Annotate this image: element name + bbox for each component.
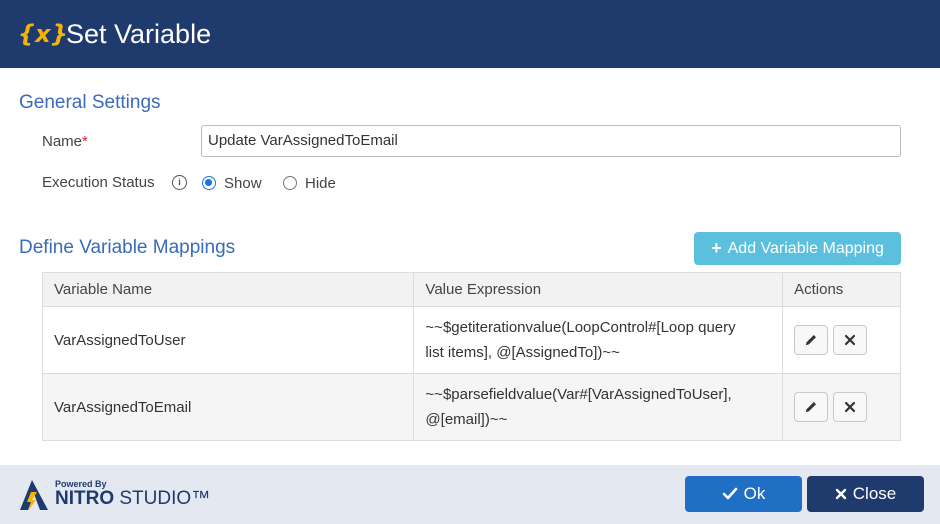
close-button[interactable]: Close xyxy=(807,476,924,512)
dialog-title: Set Variable xyxy=(66,18,212,49)
required-mark: * xyxy=(82,133,88,150)
col-value-expression: Value Expression xyxy=(413,272,784,307)
nitro-logo-icon xyxy=(20,480,48,511)
variable-mappings-title: Define Variable Mappings xyxy=(19,237,236,258)
expression-line: ~~$parsefieldvalue(Var#[VarAssignedToUse… xyxy=(425,386,732,403)
expression-line: ~~$getiterationvalue(LoopControl#[Loop q… xyxy=(425,319,736,336)
name-label: Name* xyxy=(42,133,88,150)
table-row: VarAssignedToUser ~~$getiterationvalue(L… xyxy=(41,306,901,374)
info-icon[interactable]: i xyxy=(172,175,187,190)
add-variable-mapping-label: Add Variable Mapping xyxy=(727,239,884,257)
ok-button[interactable]: Ok xyxy=(685,476,802,512)
delete-button[interactable] xyxy=(833,392,868,422)
execution-status-label: Execution Status xyxy=(42,174,155,191)
plus-icon: + xyxy=(711,238,722,258)
general-settings-title: General Settings xyxy=(19,92,161,113)
variable-icon: {x} xyxy=(18,20,68,48)
variable-name-cell: VarAssignedToUser xyxy=(41,306,415,374)
delete-button[interactable] xyxy=(833,325,868,355)
close-icon xyxy=(845,334,856,346)
close-icon xyxy=(835,488,846,500)
name-input[interactable]: Update VarAssignedToEmail xyxy=(201,125,901,157)
col-variable-name: Variable Name xyxy=(41,272,415,307)
edit-button[interactable] xyxy=(794,325,829,355)
hide-radio-label[interactable]: Hide xyxy=(305,175,336,192)
pencil-icon xyxy=(806,402,817,412)
close-icon xyxy=(845,401,856,413)
dialog-titlebar: {x} Set Variable xyxy=(0,0,940,68)
edit-button[interactable] xyxy=(794,392,829,422)
expression-line: list items], @[AssignedTo])~~ xyxy=(425,344,620,361)
table-row: VarAssignedToEmail ~~$parsefieldvalue(Va… xyxy=(41,373,901,441)
show-radio-label[interactable]: Show xyxy=(224,175,262,192)
show-radio[interactable] xyxy=(202,176,216,190)
add-variable-mapping-button[interactable]: + Add Variable Mapping xyxy=(694,232,901,265)
value-expression-cell: ~~$getiterationvalue(LoopControl#[Loop q… xyxy=(413,306,784,374)
mappings-table: Variable Name Value Expression Actions V… xyxy=(41,272,901,441)
value-expression-cell: ~~$parsefieldvalue(Var#[VarAssignedToUse… xyxy=(413,373,784,441)
actions-cell xyxy=(782,373,901,441)
col-actions: Actions xyxy=(782,272,901,307)
close-label: Close xyxy=(852,484,897,503)
actions-cell xyxy=(782,306,901,374)
ok-label: Ok xyxy=(743,484,766,503)
hide-radio[interactable] xyxy=(283,176,297,190)
check-icon xyxy=(722,487,737,500)
pencil-icon xyxy=(806,335,817,345)
expression-line: @[email])~~ xyxy=(425,411,508,428)
brand-name: NITRO STUDIO™ xyxy=(55,488,211,509)
variable-name-cell: VarAssignedToEmail xyxy=(41,373,415,441)
